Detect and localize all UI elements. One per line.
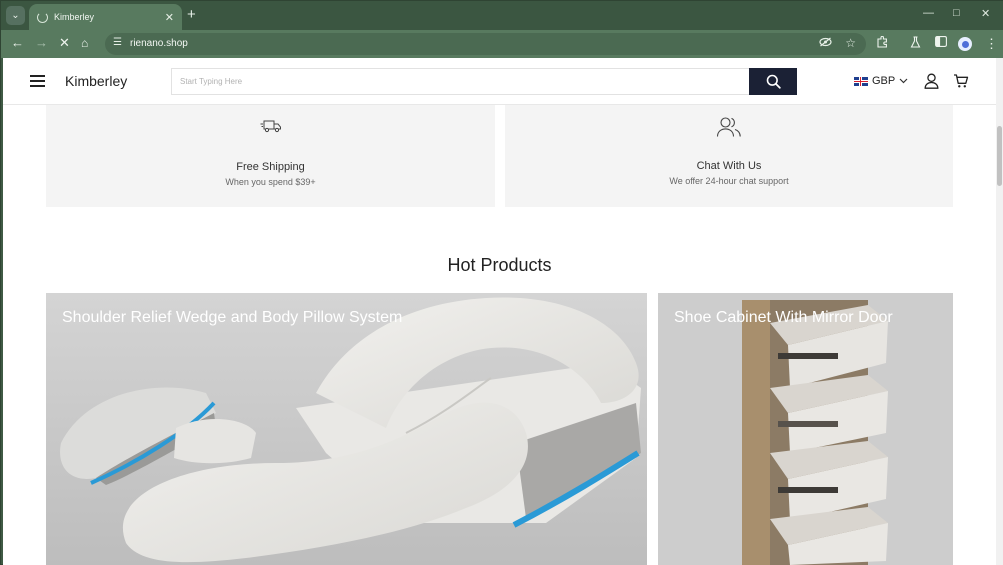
scrollbar-thumb[interactable] [997, 126, 1002, 186]
extensions-icon[interactable] [876, 35, 888, 51]
search-bar [171, 68, 797, 95]
eye-off-icon[interactable] [819, 37, 832, 50]
product-image [46, 293, 647, 565]
back-arrow-icon[interactable]: ← [11, 36, 24, 50]
tab-search-button[interactable]: ⌄ [6, 6, 25, 25]
browser-toolbar: ← → ✕ ⌂ ☰ rienano.shop ☆ ⋮ [1, 30, 1003, 58]
tab-close-icon[interactable]: ✕ [165, 11, 174, 24]
shopping-cart-icon[interactable] [953, 73, 969, 89]
minimize-icon[interactable]: — [923, 7, 934, 19]
tab-strip: ⌄ Kimberley ✕ + — □ ✕ [1, 1, 1003, 30]
product-image [658, 293, 953, 565]
search-icon [766, 74, 781, 89]
delivery-truck-icon [260, 120, 281, 133]
side-panel-icon[interactable] [935, 36, 947, 50]
bookmark-star-icon[interactable]: ☆ [845, 36, 856, 50]
labs-flask-icon[interactable] [910, 36, 921, 51]
profile-avatar-icon[interactable] [958, 37, 972, 51]
brand-logo[interactable]: Kimberley [65, 73, 127, 89]
address-bar[interactable]: ☰ rienano.shop ☆ [105, 33, 866, 55]
uk-flag-icon [854, 76, 868, 86]
browser-window: ⌄ Kimberley ✕ + — □ ✕ ← → ✕ ⌂ ☰ rienano.… [0, 0, 1003, 565]
window-close-icon[interactable]: ✕ [981, 7, 990, 20]
new-tab-button[interactable]: + [187, 7, 196, 23]
search-button[interactable] [749, 68, 797, 95]
more-menu-icon[interactable]: ⋮ [985, 36, 998, 52]
feature-free-shipping: Free Shipping When you spend $39+ [46, 105, 495, 207]
search-input[interactable] [172, 69, 749, 94]
stop-loading-icon[interactable]: ✕ [59, 36, 70, 50]
hamburger-menu-icon[interactable] [30, 75, 45, 87]
site-header: Kimberley GBP [3, 58, 996, 105]
product-name[interactable]: Shoulder Relief Wedge and Body Pillow Sy… [62, 309, 402, 327]
chevron-down-icon: ⌄ [11, 10, 20, 21]
users-icon [716, 117, 741, 137]
product-card[interactable]: Shoe Cabinet With Mirror Door [658, 293, 953, 565]
browser-tab[interactable]: Kimberley ✕ [29, 4, 182, 30]
product-name[interactable]: Shoe Cabinet With Mirror Door [674, 309, 893, 327]
home-icon[interactable]: ⌂ [81, 36, 88, 50]
user-account-icon[interactable] [924, 73, 939, 89]
site-info-icon[interactable]: ☰ [113, 37, 122, 48]
section-title: Hot Products [447, 255, 552, 275]
loading-spinner-icon [37, 11, 48, 23]
feature-title: Free Shipping [236, 161, 305, 173]
url-text: rienano.shop [130, 38, 188, 49]
currency-label: GBP [872, 75, 896, 87]
tab-title: Kimberley [54, 12, 95, 22]
forward-arrow-icon[interactable]: → [35, 36, 48, 50]
feature-subtitle: When you spend $39+ [225, 177, 316, 187]
maximize-icon[interactable]: □ [953, 7, 960, 19]
feature-chat: Chat With Us We offer 24-hour chat suppo… [505, 105, 953, 207]
product-card[interactable]: Shoulder Relief Wedge and Body Pillow Sy… [46, 293, 647, 565]
chevron-down-icon [899, 78, 908, 84]
feature-subtitle: We offer 24-hour chat support [669, 176, 789, 186]
feature-title: Chat With Us [696, 160, 762, 172]
currency-selector[interactable]: GBP [854, 75, 908, 87]
page-viewport: Kimberley GBP Free Shipping When you spe… [3, 58, 996, 565]
page-scrollbar[interactable] [996, 58, 1003, 565]
